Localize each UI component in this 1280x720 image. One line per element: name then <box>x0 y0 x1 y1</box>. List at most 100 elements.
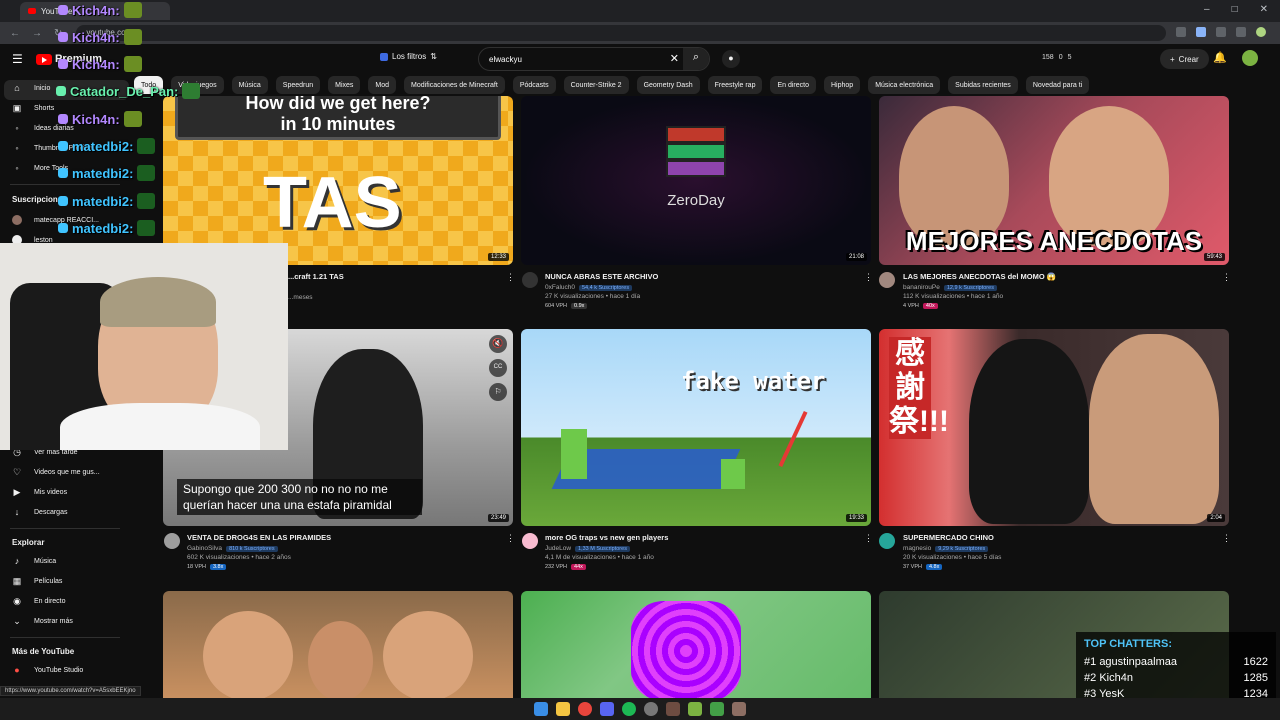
channel-avatar[interactable] <box>522 533 538 549</box>
spotify-icon[interactable] <box>622 702 636 716</box>
filter-chip[interactable]: En directo <box>770 76 816 94</box>
filter-chip[interactable]: Música electrónica <box>868 76 941 94</box>
video-duration: 21:08 <box>845 253 867 261</box>
video-meta: ...craft 1.21 TAS ...meses <box>288 272 344 301</box>
extension-icon[interactable] <box>1216 27 1226 37</box>
url-field[interactable]: youtube.com <box>76 25 1167 41</box>
sidebar-item-studio[interactable]: ● YouTube Studio <box>12 665 83 675</box>
video-title[interactable]: NUNCA ABRAS ESTE ARCHIVO <box>545 272 658 281</box>
filter-chip[interactable]: Hiphop <box>824 76 861 94</box>
extension-icon[interactable] <box>1236 27 1246 37</box>
video-thumbnail[interactable]: ZeroDay 21:08 <box>521 96 871 265</box>
more-options-icon[interactable]: ⋮ <box>1222 272 1231 283</box>
video-thumbnail[interactable]: MEJORES ANECDOTAS 59:43 <box>879 96 1229 265</box>
filter-chip[interactable]: Freestyle rap <box>707 76 763 94</box>
sidebar-item-live[interactable]: ◉ En directo <box>12 596 65 606</box>
voice-search-mic-icon[interactable]: ● <box>722 50 740 68</box>
video-thumbnail[interactable]: How did we get here? in 10 minutes TAS 1… <box>163 96 513 265</box>
video-title[interactable]: LAS MEJORES ANECDOTAS del MOMO 😱 <box>903 272 1056 281</box>
bookmark-star-icon[interactable] <box>1196 27 1206 37</box>
channel-name[interactable]: bananirouPe <box>903 284 940 291</box>
more-options-icon[interactable]: ⋮ <box>506 533 515 544</box>
translate-icon[interactable]: ⚐ <box>489 383 507 401</box>
filter-chip[interactable]: Geometry Dash <box>636 76 700 94</box>
mute-icon[interactable]: 🔇 <box>489 335 507 353</box>
start-menu-icon[interactable] <box>534 702 548 716</box>
close-window-icon[interactable]: ✕ <box>1260 4 1268 15</box>
channel-name[interactable]: JudeLow <box>545 545 571 552</box>
more-options-icon[interactable]: ⋮ <box>1222 533 1231 544</box>
discord-icon[interactable] <box>600 702 614 716</box>
thumbnail-text: ZeroDay <box>667 192 725 209</box>
channel-avatar[interactable] <box>522 272 538 288</box>
filter-chip[interactable]: Música <box>231 76 268 94</box>
channel-name[interactable]: 0xFaluch0 <box>545 284 575 291</box>
create-button[interactable]: + Crear <box>1160 49 1209 69</box>
sidebar-item-liked[interactable]: ♡ Videos que me gus... <box>12 467 100 477</box>
minimize-icon[interactable]: – <box>1204 4 1210 15</box>
video-meta: LAS MEJORES ANECDOTAS del MOMO 😱 bananir… <box>903 272 1056 309</box>
channel-avatar[interactable] <box>879 272 895 288</box>
more-options-icon[interactable]: ⋮ <box>864 533 873 544</box>
file-explorer-icon[interactable] <box>556 702 570 716</box>
obs-icon[interactable] <box>644 702 658 716</box>
hamburger-menu-icon[interactable]: ☰ <box>12 52 24 66</box>
sidebar-item-music[interactable]: ♪ Música <box>12 556 56 566</box>
sidebar-item-my-videos[interactable]: ▶ Mis videos <box>12 487 68 497</box>
sidebar-divider <box>10 637 120 638</box>
search-input[interactable]: elwackyu <box>489 55 522 64</box>
filter-chip[interactable]: Mixes <box>328 76 361 94</box>
video-thumbnail[interactable] <box>521 591 871 698</box>
filter-chip[interactable]: Mod <box>368 76 397 94</box>
captions-icon[interactable]: CC <box>489 359 507 377</box>
sidebar-item-inicio[interactable]: ⌂ Inicio <box>12 83 50 93</box>
chatter-count: 1285 <box>1243 672 1268 684</box>
video-title[interactable]: ...craft 1.21 TAS <box>288 272 344 281</box>
app-icon[interactable] <box>732 702 746 716</box>
minecraft-launcher-icon[interactable] <box>688 702 702 716</box>
video-title[interactable]: SUPERMERCADO CHINO <box>903 533 1001 542</box>
download-icon: ↓ <box>14 507 20 517</box>
video-thumbnail[interactable]: fake water 19:33 <box>521 329 871 526</box>
video-thumbnail[interactable] <box>163 591 513 698</box>
chrome-icon[interactable] <box>578 702 592 716</box>
sidebar-item-shorts[interactable]: ▣ Shorts <box>12 103 55 113</box>
video-duration: 2:04 <box>1207 514 1225 522</box>
clear-search-icon[interactable]: ✕ <box>670 52 679 65</box>
chat-emote-icon <box>123 29 142 45</box>
youtube-favicon-icon <box>28 8 36 14</box>
app-icon[interactable] <box>710 702 724 716</box>
filter-chip[interactable]: Counter-Strike 2 <box>563 76 629 94</box>
video-title[interactable]: VENTA DE DROG4S EN LAS PIRAMIDES <box>187 533 331 542</box>
sidebar-item-label: Descargas <box>34 508 68 516</box>
channel-avatar[interactable] <box>164 533 180 549</box>
forward-icon[interactable]: → <box>32 28 42 39</box>
filter-chip[interactable]: Novedad para ti <box>1025 76 1090 94</box>
filter-chip[interactable]: Modificaciones de Minecraft <box>404 76 505 94</box>
video-thumbnail[interactable]: 感謝祭!!! 2:04 <box>879 329 1229 526</box>
back-icon[interactable]: ← <box>10 28 20 39</box>
sidebar-item-downloads[interactable]: ↓ Descargas <box>12 507 68 517</box>
profile-icon[interactable] <box>1256 27 1266 37</box>
filter-chip[interactable]: Speedrun <box>275 76 321 94</box>
channel-name[interactable]: magnesio <box>903 545 931 552</box>
account-avatar[interactable] <box>1242 50 1258 66</box>
extension-icon[interactable] <box>1176 27 1186 37</box>
sidebar-item-movies[interactable]: ▦ Películas <box>12 576 63 586</box>
filter-chip[interactable]: Pódcasts <box>512 76 556 94</box>
sidebar-item-label: YouTube Studio <box>34 666 84 674</box>
channel-avatar[interactable] <box>879 533 895 549</box>
subscriber-badge: 54,4 k Suscriptores <box>579 284 633 291</box>
channel-name[interactable]: GabinoSilva <box>187 545 222 552</box>
video-title[interactable]: more OG traps vs new gen players <box>545 533 668 542</box>
minecraft-icon[interactable] <box>666 702 680 716</box>
maximize-icon[interactable]: □ <box>1232 4 1238 15</box>
more-options-icon[interactable]: ⋮ <box>506 272 515 283</box>
filter-chip[interactable]: Subidas recientes <box>948 76 1018 94</box>
filters-button[interactable]: Los filtros ⇅ <box>380 52 437 61</box>
chat-username: Kich4n: <box>72 29 120 45</box>
sidebar-item-show-more[interactable]: ⌄ Mostrar más <box>12 616 73 626</box>
search-button[interactable]: ⌕ <box>683 48 709 70</box>
notifications-bell-icon[interactable]: 🔔 <box>1213 51 1227 64</box>
more-options-icon[interactable]: ⋮ <box>864 272 873 283</box>
